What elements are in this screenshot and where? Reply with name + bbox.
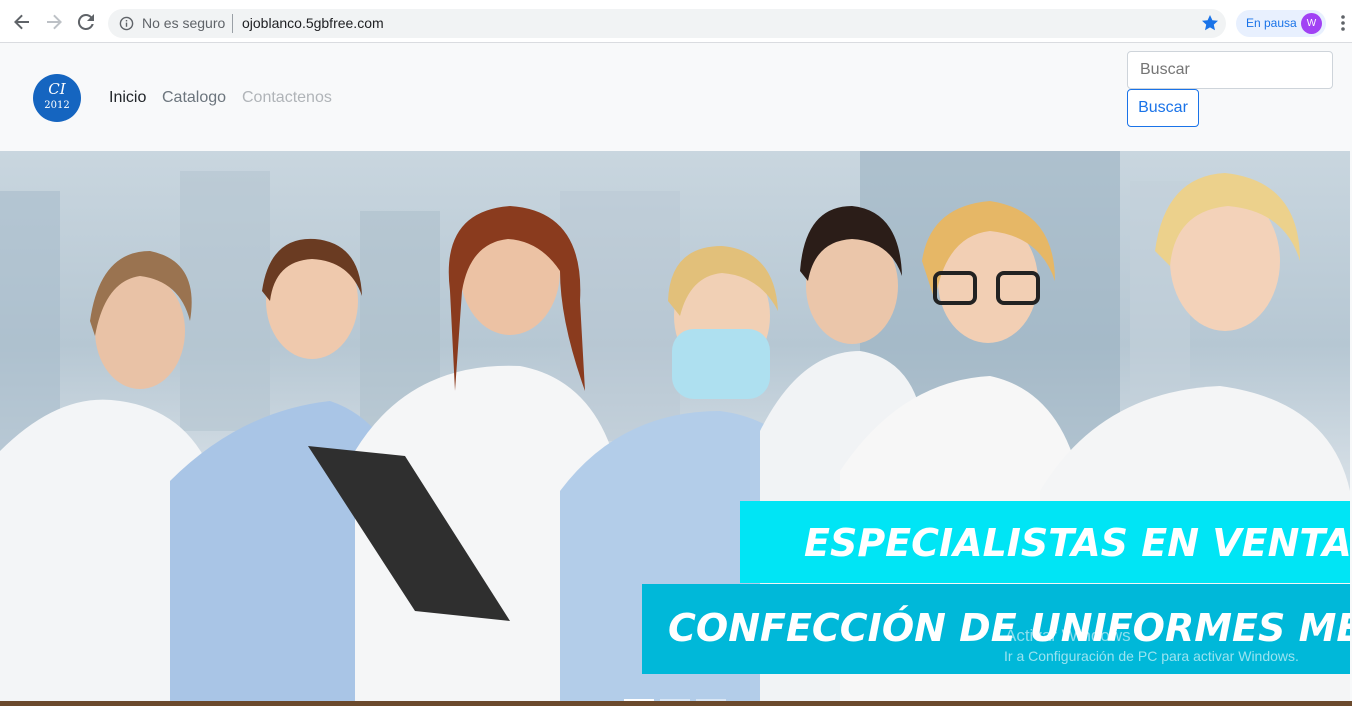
info-icon[interactable]: [119, 16, 134, 31]
nav-inicio[interactable]: Inicio: [109, 89, 146, 107]
address-divider: [232, 14, 233, 33]
hero-carousel[interactable]: ESPECIALISTAS EN VENTA Y CONFECCIÓN DE U…: [0, 151, 1350, 706]
site-navbar: CI 2012 Inicio Catalogo Contactenos Busc…: [0, 43, 1352, 151]
forward-arrow-icon[interactable]: [44, 12, 64, 32]
profile-status: En pausa: [1246, 16, 1297, 30]
profile-button[interactable]: En pausa W: [1236, 10, 1326, 37]
menu-dots-icon[interactable]: [1336, 13, 1350, 33]
reload-icon[interactable]: [76, 12, 96, 32]
nav-contactenos[interactable]: Contactenos: [242, 89, 332, 107]
page-content: CI 2012 Inicio Catalogo Contactenos Busc…: [0, 43, 1352, 706]
hero-headline-1: ESPECIALISTAS EN VENTA Y: [804, 521, 1350, 565]
taskbar-strip: [0, 701, 1352, 706]
nav-catalogo[interactable]: Catalogo: [162, 89, 226, 107]
url-text[interactable]: ojoblanco.5gbfree.com: [242, 15, 384, 31]
site-logo[interactable]: CI 2012: [33, 74, 81, 122]
browser-toolbar: No es seguro ojoblanco.5gbfree.com En pa…: [0, 0, 1352, 43]
avatar: W: [1301, 13, 1322, 34]
search-button[interactable]: Buscar: [1127, 89, 1199, 127]
address-bar[interactable]: No es seguro ojoblanco.5gbfree.com: [108, 9, 1226, 38]
logo-monogram: CI: [48, 80, 66, 98]
hero-banner-line1: ESPECIALISTAS EN VENTA Y: [740, 501, 1350, 583]
search-input[interactable]: [1127, 51, 1333, 89]
windows-activation-subtitle: Ir a Configuración de PC para activar Wi…: [1004, 648, 1299, 664]
bookmark-star-icon[interactable]: [1200, 13, 1220, 33]
logo-year: 2012: [44, 100, 70, 111]
windows-activation-title: Activar Windows: [1005, 626, 1131, 645]
security-label[interactable]: No es seguro: [142, 15, 225, 31]
back-arrow-icon[interactable]: [12, 12, 32, 32]
